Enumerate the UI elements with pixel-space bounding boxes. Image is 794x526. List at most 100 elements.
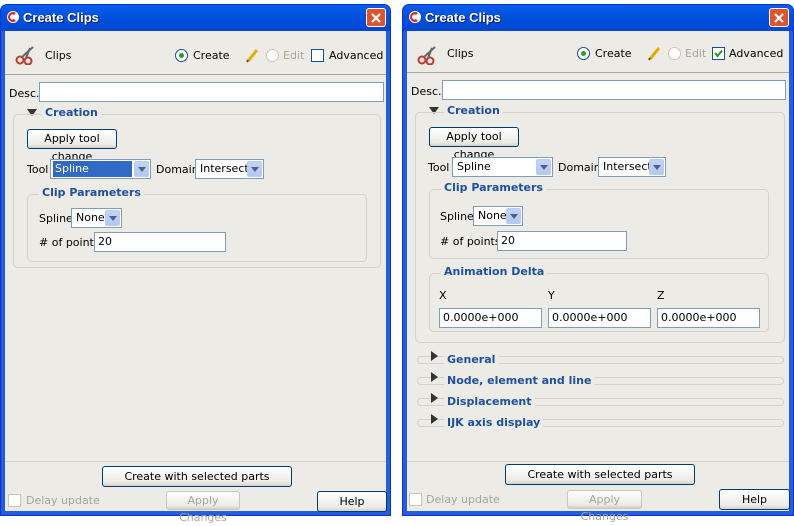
dropdown-button[interactable] bbox=[506, 208, 521, 224]
expand-arrow-icon[interactable] bbox=[431, 351, 438, 361]
spline-select[interactable]: None bbox=[71, 208, 122, 228]
app-logo-icon bbox=[7, 11, 19, 23]
animation-delta-title: Animation Delta bbox=[441, 265, 548, 278]
apply-changes-button[interactable]: Apply Changes bbox=[567, 490, 642, 523]
tool-select[interactable]: Spline bbox=[452, 157, 553, 177]
dropdown-button[interactable] bbox=[134, 161, 149, 177]
dialog-body: Clips Create Edit Advanced Desc. Creatio… bbox=[407, 31, 790, 523]
clip-parameters-title: Clip Parameters bbox=[441, 181, 546, 194]
tool-select-value: Spline bbox=[457, 160, 491, 173]
advanced-label: Advanced bbox=[329, 49, 384, 62]
header-separator bbox=[407, 72, 789, 73]
desc-label: Desc. bbox=[9, 87, 40, 100]
delay-update-label: Delay update bbox=[26, 494, 100, 507]
chevron-down-icon bbox=[138, 167, 146, 172]
apply-tool-change-button[interactable]: Apply tool change bbox=[27, 129, 117, 163]
expand-arrow-icon[interactable] bbox=[431, 393, 438, 403]
delay-update-checkbox[interactable] bbox=[8, 494, 21, 507]
points-input[interactable]: 20 bbox=[497, 231, 627, 251]
domain-select-value: Intersect bbox=[200, 162, 249, 175]
chevron-down-icon bbox=[251, 167, 259, 172]
spline-select-value: None bbox=[478, 209, 507, 222]
spline-label: Spline bbox=[39, 212, 73, 225]
radio-selected-dot bbox=[179, 53, 184, 58]
dropdown-button[interactable] bbox=[105, 210, 120, 226]
close-icon bbox=[774, 13, 784, 23]
dialog-left: Create Clips Clips Create Edit Advanced … bbox=[0, 4, 391, 524]
create-radio-label: Create bbox=[595, 47, 632, 60]
spline-select[interactable]: None bbox=[473, 206, 523, 226]
advanced-checkbox[interactable] bbox=[712, 47, 725, 60]
desc-input[interactable] bbox=[39, 82, 384, 102]
close-button[interactable] bbox=[366, 8, 386, 27]
scissors-icon bbox=[417, 46, 436, 65]
create-radio[interactable] bbox=[577, 47, 590, 60]
window-title: Create Clips bbox=[425, 10, 501, 25]
tool-label: Tool bbox=[428, 161, 450, 174]
creation-title[interactable]: Creation bbox=[444, 104, 503, 117]
edit-radio[interactable] bbox=[668, 47, 681, 60]
y-label: Y bbox=[548, 289, 555, 302]
edit-radio-label: Edit bbox=[685, 47, 707, 60]
footer-separator bbox=[407, 461, 789, 462]
domain-select[interactable]: Intersect bbox=[195, 159, 264, 179]
section-general[interactable]: General bbox=[444, 353, 499, 366]
dropdown-button[interactable] bbox=[247, 161, 262, 177]
dialog-body: Clips Create Edit Advanced Desc. Creatio… bbox=[5, 31, 387, 524]
chevron-down-icon bbox=[510, 214, 518, 219]
expand-arrow-icon[interactable] bbox=[431, 372, 438, 382]
pencil-icon bbox=[246, 49, 259, 63]
clips-label: Clips bbox=[45, 49, 72, 62]
points-input[interactable]: 20 bbox=[94, 232, 226, 252]
clips-label: Clips bbox=[447, 47, 474, 60]
x-delta-input[interactable]: 0.0000e+000 bbox=[439, 308, 542, 328]
title-bar[interactable]: Create Clips bbox=[403, 5, 793, 31]
chevron-down-icon bbox=[109, 216, 117, 221]
create-with-selected-parts-button[interactable]: Create with selected parts bbox=[505, 464, 695, 485]
scissors-icon bbox=[15, 46, 34, 65]
apply-tool-change-button[interactable]: Apply tool change bbox=[429, 127, 519, 161]
footer-separator bbox=[5, 461, 386, 462]
domain-select[interactable]: Intersect bbox=[598, 157, 666, 177]
domain-label: Domain bbox=[558, 161, 601, 174]
dialog-right: Create Clips Clips Create Edit Advanced … bbox=[402, 4, 794, 523]
apply-changes-button[interactable]: Apply Changes bbox=[166, 491, 240, 524]
radio-selected-dot bbox=[581, 51, 586, 56]
title-bar[interactable]: Create Clips bbox=[1, 5, 390, 31]
expand-arrow-icon[interactable] bbox=[431, 414, 438, 424]
dropdown-button[interactable] bbox=[536, 159, 551, 175]
close-button[interactable] bbox=[769, 8, 789, 27]
advanced-label: Advanced bbox=[729, 47, 784, 60]
chevron-down-icon bbox=[653, 165, 661, 170]
delay-update-checkbox[interactable] bbox=[409, 493, 422, 506]
help-button[interactable]: Help bbox=[719, 489, 790, 510]
creation-title[interactable]: Creation bbox=[42, 106, 101, 119]
clip-parameters-title: Clip Parameters bbox=[39, 186, 144, 199]
app-logo-icon bbox=[409, 11, 421, 23]
create-with-selected-parts-button[interactable]: Create with selected parts bbox=[102, 466, 292, 487]
z-label: Z bbox=[657, 289, 665, 302]
y-delta-input[interactable]: 0.0000e+000 bbox=[548, 308, 651, 328]
points-label: # of points bbox=[39, 236, 100, 249]
advanced-checkbox[interactable] bbox=[311, 49, 324, 62]
spline-label: Spline bbox=[440, 210, 474, 223]
close-icon bbox=[371, 13, 381, 23]
domain-label: Domain bbox=[156, 163, 199, 176]
chevron-down-icon bbox=[540, 165, 548, 170]
pencil-icon bbox=[648, 47, 661, 61]
section-displacement[interactable]: Displacement bbox=[444, 395, 535, 408]
spline-select-value: None bbox=[76, 211, 105, 224]
edit-radio-label: Edit bbox=[283, 49, 305, 62]
edit-radio[interactable] bbox=[266, 49, 279, 62]
dropdown-button[interactable] bbox=[649, 159, 664, 175]
create-radio[interactable] bbox=[175, 49, 188, 62]
tool-select[interactable]: Spline bbox=[50, 159, 151, 179]
z-delta-input[interactable]: 0.0000e+000 bbox=[657, 308, 760, 328]
tool-label: Tool bbox=[27, 163, 49, 176]
tool-select-value: Spline bbox=[53, 161, 132, 177]
section-ijk-axis-display[interactable]: IJK axis display bbox=[444, 416, 544, 429]
help-button[interactable]: Help bbox=[317, 491, 387, 512]
desc-input[interactable] bbox=[442, 80, 786, 100]
delay-update-label: Delay update bbox=[426, 493, 500, 506]
section-node-element-line[interactable]: Node, element and line bbox=[444, 374, 595, 387]
